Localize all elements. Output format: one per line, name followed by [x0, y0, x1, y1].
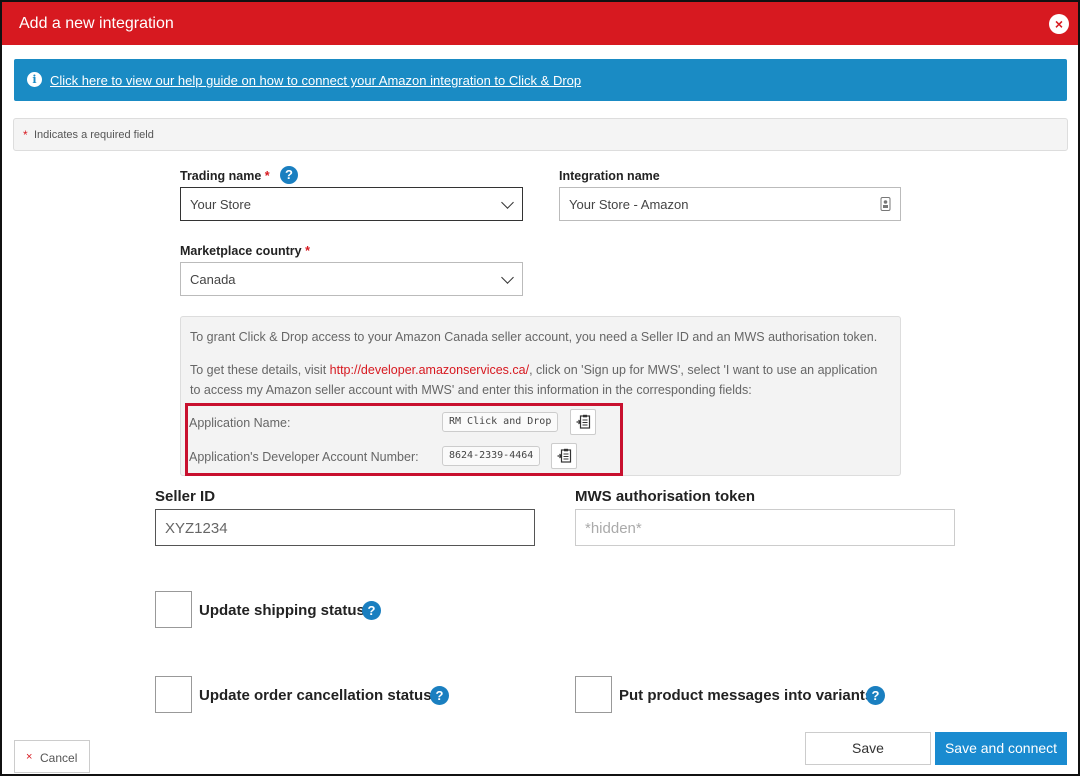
integration-name-label: Integration name [559, 169, 660, 183]
product-messages-checkbox[interactable] [575, 676, 612, 713]
help-banner: i Click here to view our help guide on h… [14, 59, 1067, 101]
instructions-prefix: To get these details, visit [190, 363, 330, 377]
save-and-connect-button[interactable]: Save and connect [935, 732, 1067, 765]
help-guide-link[interactable]: Click here to view our help guide on how… [50, 73, 581, 88]
marketplace-country-value: Canada [190, 272, 236, 287]
close-button[interactable]: × [1049, 14, 1069, 34]
update-cancellation-checkbox[interactable] [155, 676, 192, 713]
required-marker: * [305, 244, 310, 258]
product-messages-help-icon[interactable]: ? [866, 686, 885, 705]
update-shipping-label: Update shipping status [199, 602, 365, 619]
required-star: * [23, 128, 28, 142]
save-button[interactable]: Save [805, 732, 931, 765]
trading-name-label: Trading name * [180, 169, 270, 183]
seller-id-value: XYZ1234 [165, 520, 228, 537]
mws-token-placeholder: *hidden* [585, 520, 642, 537]
seller-id-input[interactable]: XYZ1234 [155, 509, 535, 546]
marketplace-country-select[interactable]: Canada [180, 262, 523, 296]
chevron-down-icon [501, 271, 514, 284]
info-icon: i [27, 72, 42, 87]
seller-id-label: Seller ID [155, 488, 216, 505]
update-shipping-help-icon[interactable]: ? [362, 601, 381, 620]
trading-name-select[interactable]: Your Store [180, 187, 523, 221]
chevron-down-icon [501, 196, 514, 209]
amazon-developer-link[interactable]: http://developer.amazonservices.ca/ [330, 363, 529, 377]
close-icon: × [1054, 16, 1064, 32]
contact-card-icon [880, 197, 891, 211]
close-icon: × [26, 751, 33, 763]
trading-name-label-text: Trading name [180, 169, 262, 183]
mws-token-label: MWS authorisation token [575, 488, 755, 505]
update-shipping-checkbox[interactable] [155, 591, 192, 628]
instructions-line-1: To grant Click & Drop access to your Ama… [190, 330, 878, 344]
update-cancellation-help-icon[interactable]: ? [430, 686, 449, 705]
trading-name-value: Your Store [190, 197, 251, 212]
cancel-label: Cancel [40, 751, 78, 765]
marketplace-country-label: Marketplace country * [180, 244, 310, 258]
instructions-line-2: To get these details, visit http://devel… [190, 360, 890, 400]
trading-name-help-icon[interactable]: ? [280, 166, 298, 184]
mws-token-input[interactable]: *hidden* [575, 509, 955, 546]
cancel-button[interactable]: × Cancel [14, 740, 90, 773]
integration-name-value: Your Store - Amazon [569, 197, 689, 212]
required-note-text: Indicates a required field [34, 129, 154, 141]
dialog-title: Add a new integration [19, 15, 174, 32]
required-marker: * [264, 169, 270, 183]
marketplace-country-label-text: Marketplace country [180, 244, 302, 258]
integration-name-input[interactable]: Your Store - Amazon [559, 187, 901, 221]
highlight-box [185, 403, 623, 476]
product-messages-label: Put product messages into variants [619, 687, 874, 704]
update-cancellation-label: Update order cancellation status [199, 687, 432, 704]
required-field-note: * Indicates a required field [13, 118, 1068, 151]
dialog-header: Add a new integration [0, 0, 1080, 45]
